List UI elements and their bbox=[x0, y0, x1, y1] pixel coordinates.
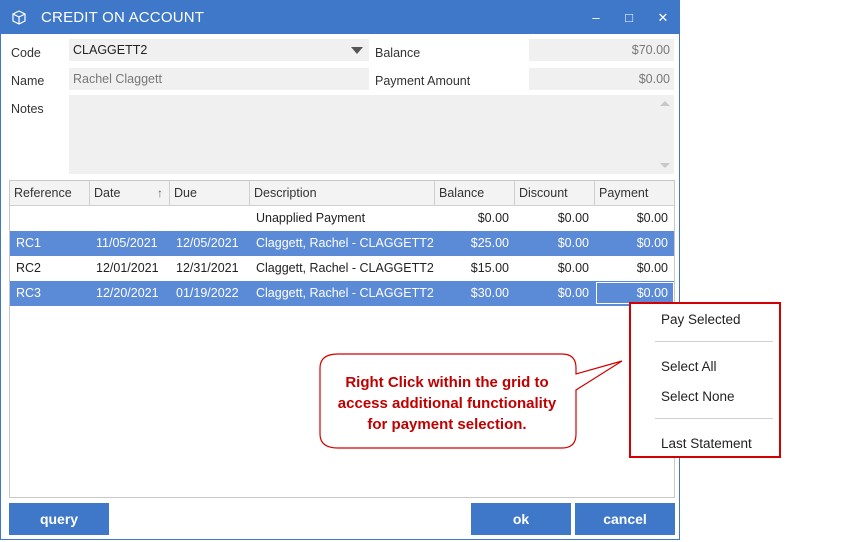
window-title: CREDIT ON ACCOUNT bbox=[41, 9, 205, 26]
callout-line-2: access additional functionality bbox=[337, 395, 557, 412]
code-label: Code bbox=[11, 46, 41, 60]
menu-item-select-none[interactable]: Select None bbox=[661, 389, 735, 404]
menu-item-last-statement[interactable]: Last Statement bbox=[661, 436, 752, 451]
cell-balance: $25.00 bbox=[470, 236, 509, 250]
cell-description: Claggett, Rachel - CLAGGETT2 bbox=[256, 261, 434, 275]
cell-due: 12/31/2021 bbox=[176, 261, 239, 275]
code-combobox[interactable]: CLAGGETT2 bbox=[69, 39, 369, 61]
credit-on-account-window: CREDIT ON ACCOUNT – □ ✕ Code CLAGGETT2 N… bbox=[0, 0, 680, 540]
callout-line-3: for payment selection. bbox=[367, 416, 527, 433]
cube-icon bbox=[12, 10, 26, 25]
cell-balance: $15.00 bbox=[470, 261, 509, 275]
grid-header: Reference Date ↑ Due Description Balance… bbox=[10, 181, 674, 206]
name-label: Name bbox=[11, 74, 45, 88]
cell-date bbox=[90, 206, 170, 231]
cell-reference: RC2 bbox=[16, 261, 42, 275]
cell-discount: $0.00 bbox=[557, 211, 589, 225]
scroll-up-icon[interactable] bbox=[660, 101, 670, 106]
cell-description: Claggett, Rachel - CLAGGETT2 bbox=[256, 236, 434, 250]
cell-discount: $0.00 bbox=[557, 286, 589, 300]
column-header-balance[interactable]: Balance bbox=[435, 181, 515, 205]
notes-label: Notes bbox=[11, 102, 44, 116]
table-row[interactable]: Unapplied Payment $0.00 $0.00 $0.00 bbox=[10, 206, 674, 231]
table-row[interactable]: RC3 12/20/2021 01/19/2022 Claggett, Rach… bbox=[10, 281, 674, 306]
column-header-discount[interactable]: Discount bbox=[515, 181, 595, 205]
cell-balance: $30.00 bbox=[470, 286, 509, 300]
payment-amount-label: Payment Amount bbox=[375, 74, 471, 88]
column-header-payment[interactable]: Payment bbox=[595, 181, 674, 205]
cell-balance: $0.00 bbox=[477, 211, 509, 225]
cell-date: 12/01/2021 bbox=[96, 261, 159, 275]
cell-description: Unapplied Payment bbox=[256, 211, 366, 225]
balance-field: $70.00 bbox=[529, 39, 674, 61]
column-header-date[interactable]: Date ↑ bbox=[90, 181, 170, 205]
ok-button[interactable]: ok bbox=[471, 503, 571, 535]
scroll-down-icon[interactable] bbox=[660, 163, 670, 168]
cell-description: Claggett, Rachel - CLAGGETT2 bbox=[256, 286, 434, 300]
column-header-date-label: Date bbox=[94, 186, 121, 200]
cell-payment[interactable]: $0.00 bbox=[595, 206, 674, 231]
minimize-button[interactable]: – bbox=[585, 7, 607, 29]
callout-line-1: Right Click within the grid to bbox=[345, 374, 549, 391]
cell-payment[interactable]: $0.00 bbox=[595, 231, 674, 256]
balance-label: Balance bbox=[375, 46, 421, 60]
table-row[interactable]: RC2 12/01/2021 12/31/2021 Claggett, Rach… bbox=[10, 256, 674, 281]
cell-discount: $0.00 bbox=[557, 236, 589, 250]
column-header-reference[interactable]: Reference bbox=[10, 181, 90, 205]
code-value: CLAGGETT2 bbox=[73, 43, 148, 57]
notes-textarea[interactable] bbox=[69, 95, 674, 174]
cell-payment[interactable]: $0.00 bbox=[595, 256, 674, 281]
maximize-button[interactable]: □ bbox=[618, 7, 640, 29]
sort-ascending-icon: ↑ bbox=[157, 186, 163, 200]
column-header-due[interactable]: Due bbox=[170, 181, 250, 205]
cell-reference bbox=[10, 206, 90, 231]
cell-due bbox=[170, 206, 250, 231]
cancel-button[interactable]: cancel bbox=[575, 503, 675, 535]
context-menu: Pay Selected Select All Select None Last… bbox=[629, 302, 781, 458]
payment-amount-field[interactable]: $0.00 bbox=[529, 68, 674, 90]
query-button[interactable]: query bbox=[9, 503, 109, 535]
column-header-description[interactable]: Description bbox=[250, 181, 435, 205]
menu-separator bbox=[655, 418, 773, 419]
name-field[interactable]: Rachel Claggett bbox=[69, 68, 369, 90]
cell-date: 11/05/2021 bbox=[96, 236, 158, 250]
invoice-grid[interactable]: Reference Date ↑ Due Description Balance… bbox=[9, 180, 675, 498]
cell-date: 12/20/2021 bbox=[96, 286, 159, 300]
menu-item-select-all[interactable]: Select All bbox=[661, 359, 717, 374]
close-button[interactable]: ✕ bbox=[652, 7, 674, 29]
cell-reference: RC1 bbox=[16, 236, 42, 250]
menu-separator bbox=[655, 341, 773, 342]
chevron-down-icon[interactable] bbox=[351, 47, 363, 54]
table-row[interactable]: RC1 11/05/2021 12/05/2021 Claggett, Rach… bbox=[10, 231, 674, 256]
cell-reference: RC3 bbox=[16, 286, 42, 300]
cell-discount: $0.00 bbox=[557, 261, 589, 275]
title-bar[interactable]: CREDIT ON ACCOUNT – □ ✕ bbox=[1, 1, 679, 34]
cell-due: 01/19/2022 bbox=[176, 286, 239, 300]
menu-item-pay-selected[interactable]: Pay Selected bbox=[661, 312, 741, 327]
callout-text: Right Click within the grid to access ad… bbox=[324, 372, 570, 435]
cell-due: 12/05/2021 bbox=[176, 236, 239, 250]
